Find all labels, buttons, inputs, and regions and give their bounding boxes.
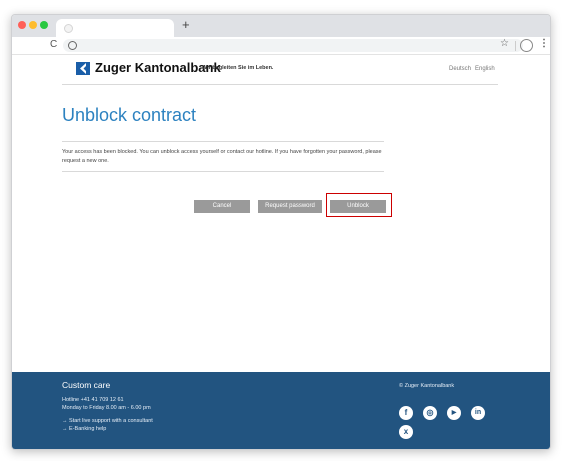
close-window-button[interactable]	[18, 21, 26, 29]
tagline: Wir begleiten Sie im Leben.	[202, 65, 274, 71]
toolbar-divider	[515, 41, 516, 51]
description-text: Your access has been blocked. You can un…	[62, 149, 382, 164]
header-divider	[62, 84, 498, 85]
address-input[interactable]	[63, 39, 523, 52]
hotline-text: Hotline +41 41 709 12 61	[62, 397, 124, 403]
footer: Custom care Hotline +41 41 709 12 61 Mon…	[12, 372, 550, 449]
browser-menu-icon[interactable]: ⋮	[539, 38, 549, 49]
info-icon[interactable]	[68, 41, 77, 50]
title-divider	[62, 141, 384, 142]
language-deutsch-link[interactable]: Deutsch	[449, 66, 471, 72]
hours-text: Monday to Friday 8.00 am - 6.00 pm	[62, 405, 151, 411]
reload-icon[interactable]: C	[50, 39, 57, 50]
ebanking-help-link[interactable]: → E-Banking help	[62, 426, 106, 432]
xing-icon[interactable]: x	[399, 425, 413, 439]
request-password-button[interactable]: Request password	[258, 200, 322, 213]
footer-title: Custom care	[62, 380, 111, 390]
cancel-button[interactable]: Cancel	[194, 200, 250, 213]
unblock-highlight-box	[326, 193, 392, 217]
address-bar-row: C ☆ ⋮	[12, 37, 550, 55]
live-support-link[interactable]: → Start live support with a consultant	[62, 418, 153, 424]
bookmark-star-icon[interactable]: ☆	[500, 38, 509, 49]
page-content: Zuger Kantonalbank Wir begleiten Sie im …	[12, 55, 550, 372]
bank-logo-icon	[76, 62, 90, 75]
new-tab-button[interactable]: +	[182, 17, 190, 32]
description-divider	[62, 171, 384, 172]
maximize-window-button[interactable]	[40, 21, 48, 29]
language-english-link[interactable]: English	[475, 66, 495, 72]
page-title: Unblock contract	[62, 105, 197, 125]
minimize-window-button[interactable]	[29, 21, 37, 29]
favicon-icon	[64, 24, 73, 33]
facebook-icon[interactable]: f	[399, 406, 413, 420]
browser-tab[interactable]	[56, 19, 174, 37]
linkedin-icon[interactable]: in	[471, 406, 485, 420]
copyright-text: © Zuger Kantonalbank	[399, 383, 455, 389]
profile-avatar-icon[interactable]	[520, 39, 533, 52]
youtube-icon[interactable]: ▶	[447, 406, 461, 420]
instagram-icon[interactable]: ◎	[423, 406, 437, 420]
browser-window: + C ☆ ⋮ Zuger Kantonalbank Wir begleiten…	[11, 14, 551, 450]
tab-bar: +	[12, 15, 550, 37]
